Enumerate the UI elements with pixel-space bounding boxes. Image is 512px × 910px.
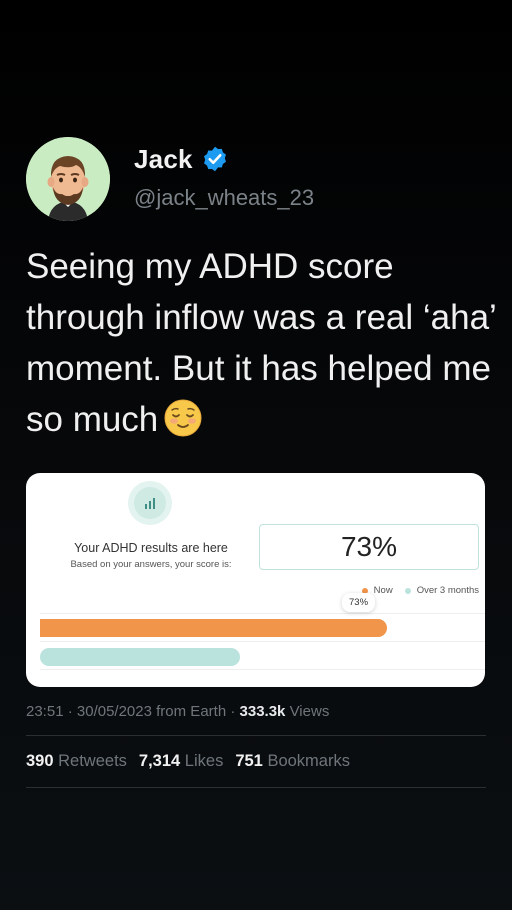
retweets-stat[interactable]: 390 Retweets xyxy=(26,752,127,771)
legend-dot-previous xyxy=(404,587,411,594)
gridline xyxy=(40,669,485,670)
user-names: Jack @jack_wheats_23 xyxy=(134,144,314,211)
divider xyxy=(26,735,486,736)
legend-item-previous: Over 3 months xyxy=(404,585,479,596)
tweet-body: Seeing my ADHD score through inflow was … xyxy=(26,247,496,439)
attached-image-card[interactable]: Your ADHD results are here Based on your… xyxy=(26,473,485,687)
tweet-header: Jack @jack_wheats_23 xyxy=(26,137,486,221)
gridline xyxy=(40,641,485,642)
display-name[interactable]: Jack xyxy=(134,144,193,175)
card-title: Your ADHD results are here xyxy=(74,541,228,555)
divider xyxy=(26,787,486,788)
retweets-count: 390 xyxy=(26,752,54,770)
views-count: 333.3k xyxy=(239,703,286,720)
bar-over-3-months xyxy=(40,648,240,666)
verified-badge-icon xyxy=(203,146,226,172)
gridline xyxy=(40,613,485,614)
retweets-label: Retweets xyxy=(58,752,127,770)
name-row: Jack xyxy=(134,144,314,175)
legend-label-previous: Over 3 months xyxy=(416,585,479,596)
views-label: Views xyxy=(289,703,330,720)
likes-stat[interactable]: 7,314 Likes xyxy=(139,752,223,771)
score-box: 73% xyxy=(259,524,479,570)
bar-now xyxy=(40,619,387,637)
relieved-face-emoji-icon xyxy=(164,399,202,451)
tweet-text: Seeing my ADHD score through inflow was … xyxy=(26,241,496,451)
user-handle[interactable]: @jack_wheats_23 xyxy=(134,185,314,211)
engagement-stats: 390 Retweets 7,314 Likes 751 Bookmarks xyxy=(26,752,486,771)
tweet-meta: 23:51 · 30/05/2023 from Earth · 333.3k V… xyxy=(26,703,486,720)
bar-tooltip: 73% xyxy=(342,593,376,612)
memoji-avatar-icon xyxy=(26,137,110,221)
legend-label-now: Now xyxy=(373,585,393,596)
card-subtitle: Based on your answers, your score is: xyxy=(70,559,232,570)
likes-count: 7,314 xyxy=(138,752,181,770)
tweet-source: from Earth xyxy=(156,703,227,720)
avatar[interactable] xyxy=(26,137,110,221)
meta-separator: · xyxy=(230,703,240,720)
bookmarks-stat[interactable]: 751 Bookmarks xyxy=(235,752,350,771)
tweet-date[interactable]: 30/05/2023 xyxy=(77,703,152,720)
bar-chart-icon xyxy=(134,487,166,519)
likes-label: Likes xyxy=(184,752,224,770)
meta-separator: · xyxy=(67,703,77,720)
bookmarks-count: 751 xyxy=(235,752,263,770)
bookmarks-label: Bookmarks xyxy=(267,752,350,770)
card-icon-ring xyxy=(128,481,172,525)
tweet: Jack @jack_wheats_23 Seeing my ADHD scor… xyxy=(26,137,496,788)
tweet-time[interactable]: 23:51 xyxy=(26,703,64,720)
